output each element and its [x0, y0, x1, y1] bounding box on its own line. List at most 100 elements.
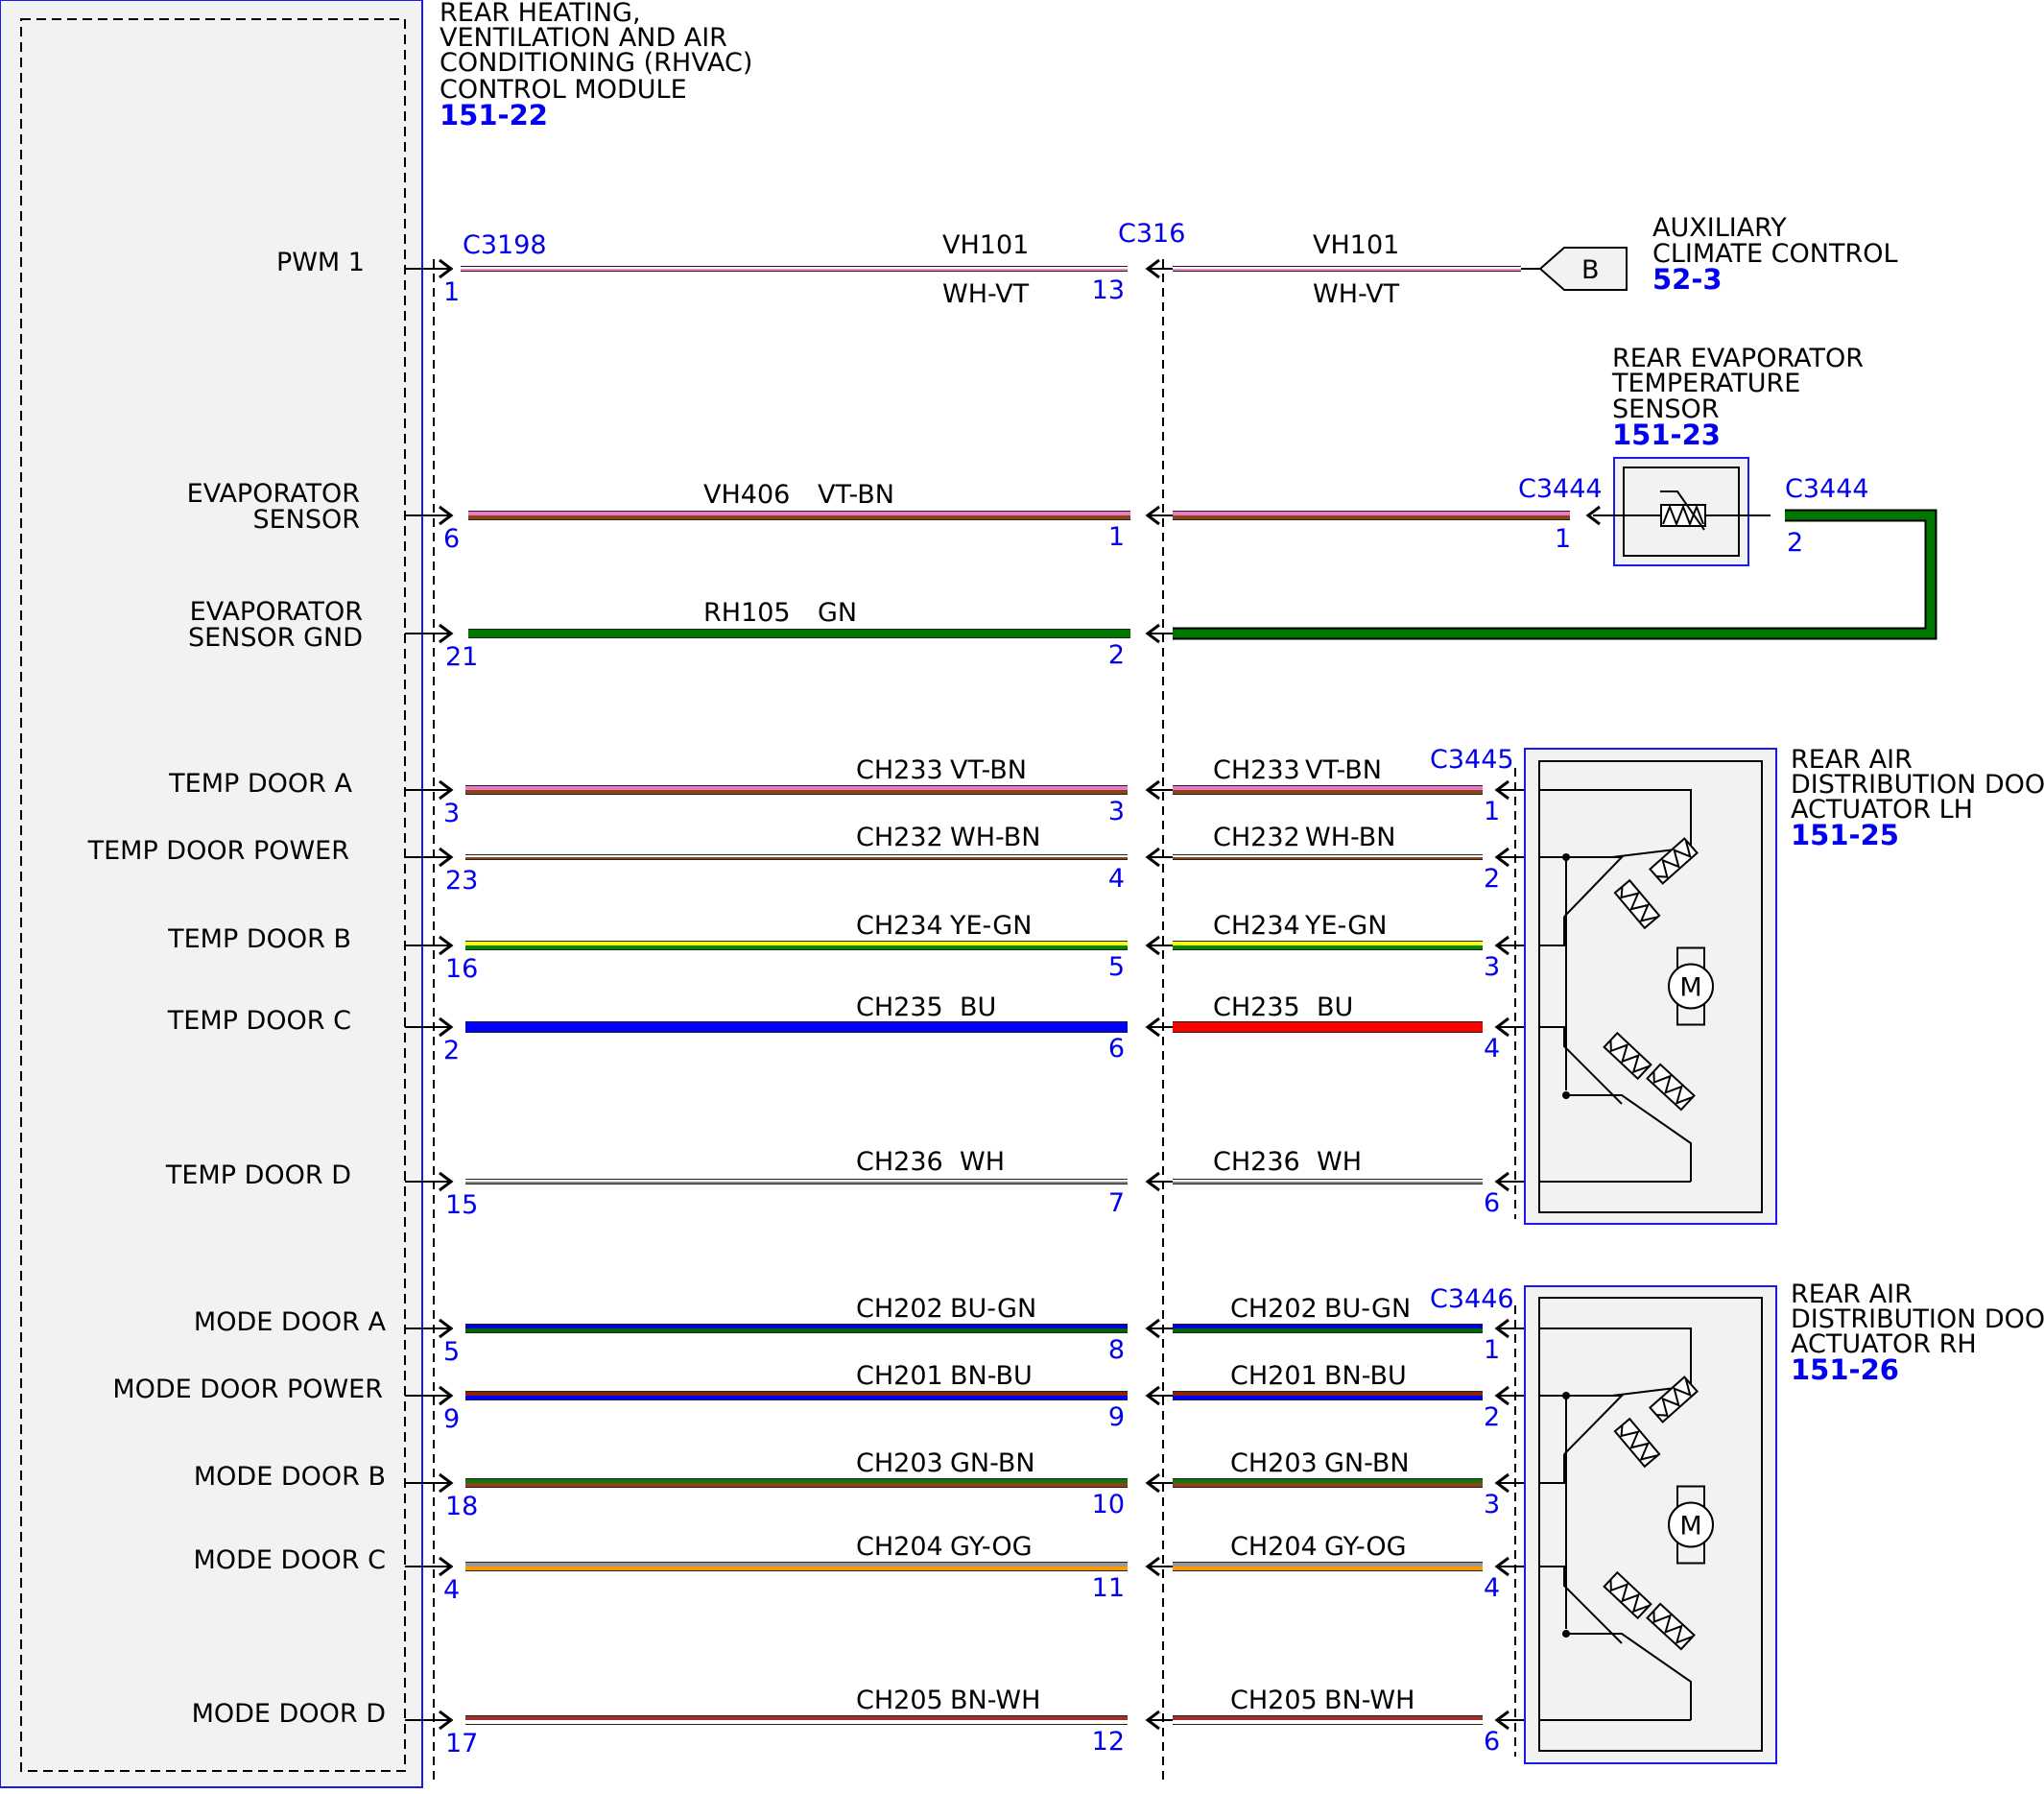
motor-label: M [1679, 1512, 1701, 1542]
wiring-diagram-canvas: REAR HEATING, VENTILATION AND AIR CONDIT… [0, 0, 2044, 1788]
wire-stripe-primary [1173, 786, 1483, 790]
circuit-id-right: CH235 [1213, 993, 1300, 1022]
wire-stripe-secondary [1173, 1483, 1483, 1487]
wire-stripe-primary [465, 855, 1128, 857]
circuit-id: CH234 [856, 911, 943, 941]
inline-pin-number: 3 [1108, 797, 1125, 826]
module-pin-number: 2 [443, 1036, 460, 1065]
circuit-id-right: CH234 [1213, 911, 1300, 941]
circuit-id-right: VH101 [1313, 230, 1399, 260]
dest-pin-number: 6 [1484, 1727, 1500, 1757]
wire-stripe-primary [1173, 267, 1521, 269]
module-pin-number: 21 [445, 642, 478, 672]
circuit-id: CH236 [856, 1147, 943, 1177]
wire-stripe-secondary [1173, 790, 1483, 794]
actuator-lh-ref: 151-25 [1791, 819, 1899, 851]
module-pin-number: 23 [445, 866, 478, 896]
wire-stripe-secondary [1173, 1328, 1483, 1332]
wire-stripe-primary [465, 1563, 1128, 1567]
circuit-id-right: CH205 [1230, 1686, 1318, 1715]
circuit-id-right: CH236 [1213, 1147, 1300, 1177]
wire-color-code-right: WH-BN [1305, 823, 1396, 852]
wire-color-code: BU [960, 993, 996, 1022]
pin-label: TEMP DOOR B [167, 924, 351, 954]
inline-pin-number: 8 [1108, 1335, 1125, 1365]
wire-stripe-secondary [465, 790, 1128, 794]
wire-stripe-secondary [465, 857, 1128, 859]
wire-stripe-secondary [1173, 1182, 1483, 1184]
wire-color-code-right: VT-BN [1305, 755, 1382, 785]
wire-stripe-primary [465, 1479, 1128, 1483]
dest-pin-number: 1 [1484, 797, 1500, 826]
wire-color-code: GY-OG [950, 1532, 1033, 1562]
evap-ref: 151-23 [1612, 419, 1721, 451]
inline-pin-number: 13 [1092, 275, 1125, 305]
module-connector-label: C3198 [463, 230, 547, 260]
inline-pin-number: 4 [1108, 864, 1125, 894]
junction-dot [1562, 1392, 1570, 1399]
circuit-id: VH406 [703, 480, 790, 510]
motor-label: M [1679, 973, 1701, 1003]
circuit-id: CH204 [856, 1532, 943, 1562]
pin-label: SENSOR [252, 505, 360, 535]
pin-label: TEMP DOOR C [167, 1006, 351, 1036]
wire-stripe-primary [1173, 1022, 1483, 1027]
wire-stripe-secondary [461, 269, 1128, 271]
dest-pin-number: 3 [1484, 952, 1500, 982]
module-pin-number: 5 [443, 1337, 460, 1367]
wire-color-code-right: BU-GN [1324, 1294, 1411, 1324]
circuit-id-right: CH202 [1230, 1294, 1318, 1324]
actuator-lh-connector: C3445 [1430, 745, 1514, 775]
actuator-rh-connector: C3446 [1430, 1284, 1514, 1314]
inline-pin-number: 2 [1108, 640, 1125, 670]
circuit-id: CH232 [856, 823, 943, 852]
actuator-rh-ref: 151-26 [1791, 1353, 1899, 1386]
circuit-id: CH235 [856, 993, 943, 1022]
module-pin-number: 6 [443, 524, 460, 554]
wire-stripe-secondary [465, 945, 1128, 949]
wire-stripe-secondary [465, 1027, 1128, 1032]
dest-pin-number: 2 [1484, 1402, 1500, 1432]
inline-pin-number: 6 [1108, 1034, 1125, 1064]
wiring-diagram: REAR HEATING, VENTILATION AND AIR CONDIT… [0, 0, 2044, 1789]
wire-stripe-secondary [465, 1328, 1128, 1332]
wire-color-code-right: WH [1317, 1147, 1362, 1177]
circuit-id-right: CH201 [1230, 1361, 1318, 1391]
wire-stripe-secondary [1173, 1396, 1483, 1399]
dest-pin-number: 6 [1484, 1188, 1500, 1218]
wire-stripe-secondary [465, 1483, 1128, 1487]
wire-stripe-primary [465, 1180, 1128, 1182]
wire-color-code: VT-BN [818, 480, 894, 510]
inline-pin-number: 1 [1108, 522, 1125, 552]
circuit-id-right: CH203 [1230, 1448, 1318, 1478]
wire-color-code-right: BU [1317, 993, 1353, 1022]
wire-stripe-secondary [465, 1720, 1128, 1724]
inline-pin-number: 7 [1108, 1188, 1125, 1218]
wire-color-code: GN [818, 598, 857, 628]
wire-stripe-secondary [1173, 1720, 1483, 1724]
dest-pin-number: 4 [1484, 1573, 1500, 1603]
wire-color-code-right: GN-BN [1324, 1448, 1410, 1478]
wire-color-code: GN-BN [950, 1448, 1035, 1478]
pin-label: MODE DOOR POWER [112, 1375, 383, 1404]
pin-label: TEMP DOOR POWER [87, 836, 349, 866]
pin-label: TEMP DOOR A [168, 769, 352, 799]
circuit-id-right: CH232 [1213, 823, 1300, 852]
wire-stripe-secondary [1173, 857, 1483, 859]
circuit-id: CH205 [856, 1686, 943, 1715]
circuit-id: CH201 [856, 1361, 943, 1391]
wire-color-code: BN-BU [950, 1361, 1033, 1391]
module-ref: 151-22 [440, 99, 548, 132]
evap-connector-in: C3444 [1518, 474, 1603, 504]
module-pin-number: 17 [445, 1729, 478, 1758]
actuator-rh: REAR AIR DISTRIBUTION DOOR ACTUATOR RH 1… [1430, 1280, 2044, 1764]
inline-pin-number: 5 [1108, 952, 1125, 982]
wire-stripe-secondary [1173, 515, 1570, 519]
inline-pin-number: 10 [1092, 1490, 1125, 1519]
junction-dot [1562, 853, 1570, 861]
dest-pin-number: 1 [1484, 1335, 1500, 1365]
wire-stripe-secondary [1173, 1567, 1483, 1570]
module-title: REAR HEATING, VENTILATION AND AIR CONDIT… [440, 0, 752, 132]
wire-color-code-right: WH-VT [1313, 279, 1400, 309]
wire-stripe-primary [1173, 1392, 1483, 1396]
